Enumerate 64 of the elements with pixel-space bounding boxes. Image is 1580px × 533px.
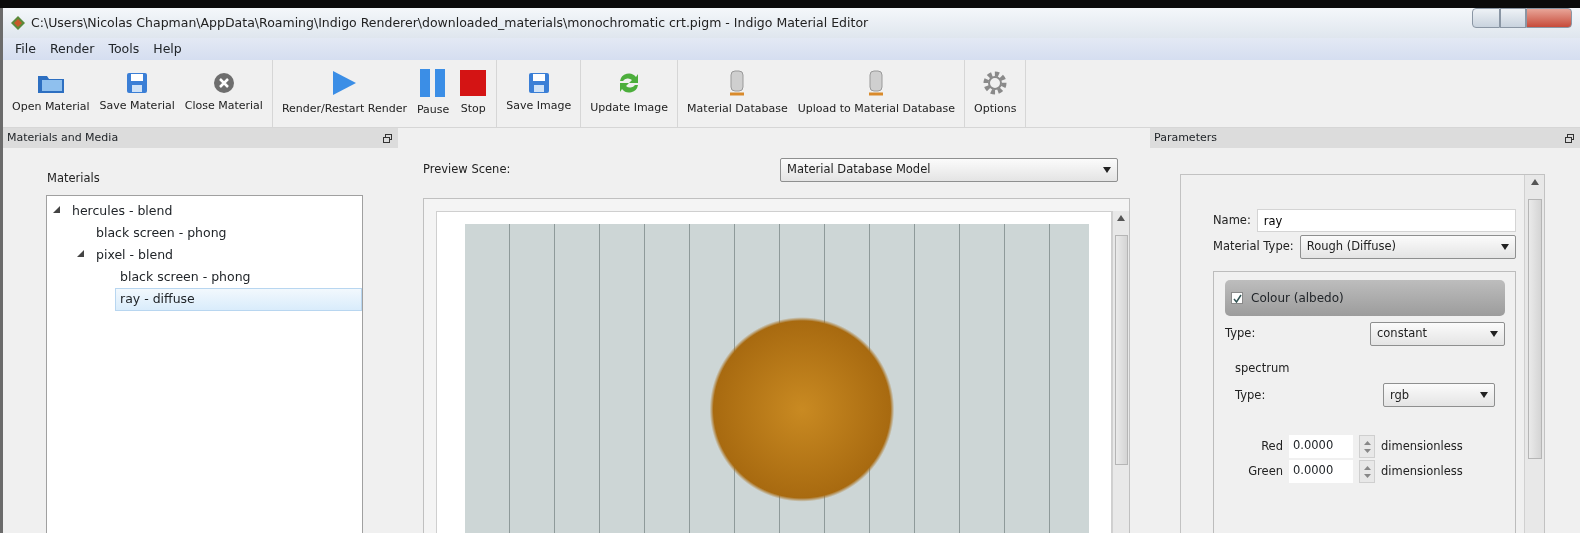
scrollbar[interactable]: [1112, 211, 1129, 533]
scroll-up-icon[interactable]: [1117, 215, 1125, 221]
spinner-arrows-icon[interactable]: [1359, 435, 1375, 459]
expanded-arrow-icon[interactable]: [53, 206, 60, 214]
number-field[interactable]: 0.0000: [1289, 460, 1353, 484]
spectrum-type-label: Type:: [1235, 386, 1266, 404]
toolbar-button[interactable]: Stop: [454, 60, 493, 127]
toolbar-button[interactable]: Render/Restart Render: [276, 60, 412, 127]
colour-label: Colour (albedo): [1251, 290, 1344, 307]
toolbar-button[interactable]: Material Database: [682, 60, 793, 127]
material-type-dropdown[interactable]: Rough (Diffuse): [1299, 235, 1516, 259]
spectrum-label: spectrum: [1235, 360, 1291, 377]
toolbar-button[interactable]: Close Material: [179, 60, 268, 127]
app-logo-icon: [11, 16, 25, 30]
tree-item[interactable]: hercules - blend: [67, 199, 178, 223]
preview-scene-label: Preview Scene:: [423, 161, 511, 179]
channel-label: Green: [1247, 463, 1283, 481]
close-icon: [212, 72, 235, 95]
spectrum-type-dropdown[interactable]: rgb: [1383, 383, 1495, 408]
section-header[interactable]: Colour (albedo): [1225, 280, 1505, 316]
menu-item[interactable]: Render: [43, 39, 101, 59]
tree-item[interactable]: black screen - phong: [91, 221, 232, 245]
window-title: C:\Users\Nicolas Chapman\AppData\Roaming\Indigo Renderer\downloaded_materials\monochromatic crt.pigm - Indigo Material Editor: [31, 13, 869, 32]
type-label: Type:: [1225, 325, 1256, 343]
minimize-button[interactable]: [1472, 8, 1500, 28]
tree-item[interactable]: pixel - blend: [91, 243, 178, 267]
menu-item[interactable]: Tools: [102, 39, 146, 59]
spinner-arrows-icon[interactable]: [1359, 460, 1375, 484]
type-dropdown[interactable]: constant: [1370, 322, 1505, 346]
caret-icon: [1490, 331, 1498, 337]
float-icon[interactable]: [1565, 133, 1574, 143]
tree-item[interactable]: black screen - phong: [115, 265, 256, 289]
panel-title: Materials and Media: [7, 129, 119, 146]
scroll-up-icon[interactable]: [1530, 179, 1539, 185]
name-field[interactable]: ray: [1256, 209, 1516, 232]
number-field[interactable]: 0.0000: [1289, 435, 1353, 459]
caret-icon: [1480, 392, 1488, 399]
menu-item[interactable]: Help: [147, 39, 188, 59]
float-icon[interactable]: [383, 133, 392, 143]
maximize-button[interactable]: [1500, 8, 1526, 28]
toolbar-button[interactable]: Update Image: [585, 60, 674, 127]
name-label: Name:: [1213, 211, 1251, 229]
channel-label: Red: [1260, 438, 1283, 456]
material-type-label: Material Type:: [1213, 238, 1294, 256]
menu-item[interactable]: File: [9, 39, 42, 59]
preview-scene-dropdown[interactable]: Material Database Model: [780, 158, 1118, 182]
toolbar-button[interactable]: Open Material: [7, 60, 95, 127]
unit-label: dimensionless: [1381, 463, 1463, 481]
caret-icon: [1103, 167, 1111, 173]
stop-icon: [459, 69, 488, 98]
scrollbar[interactable]: [1524, 175, 1544, 533]
tree-item[interactable]: ray - diffuse: [115, 287, 362, 311]
toolbar-button[interactable]: Pause: [412, 60, 455, 127]
expanded-arrow-icon[interactable]: [77, 250, 84, 258]
materials-label: Materials: [47, 170, 101, 187]
pause-icon: [419, 68, 448, 99]
panel-title: Parameters: [1154, 129, 1217, 146]
unit-label: dimensionless: [1381, 438, 1463, 456]
toolbar-button[interactable]: Save Material: [94, 60, 180, 127]
toolbar-button[interactable]: Save Image: [501, 60, 577, 127]
checkbox[interactable]: [1231, 292, 1243, 304]
toolbar-button[interactable]: Options: [969, 60, 1022, 127]
toolbar-button[interactable]: Upload to Material Database: [792, 60, 960, 127]
caret-icon: [1501, 244, 1509, 250]
